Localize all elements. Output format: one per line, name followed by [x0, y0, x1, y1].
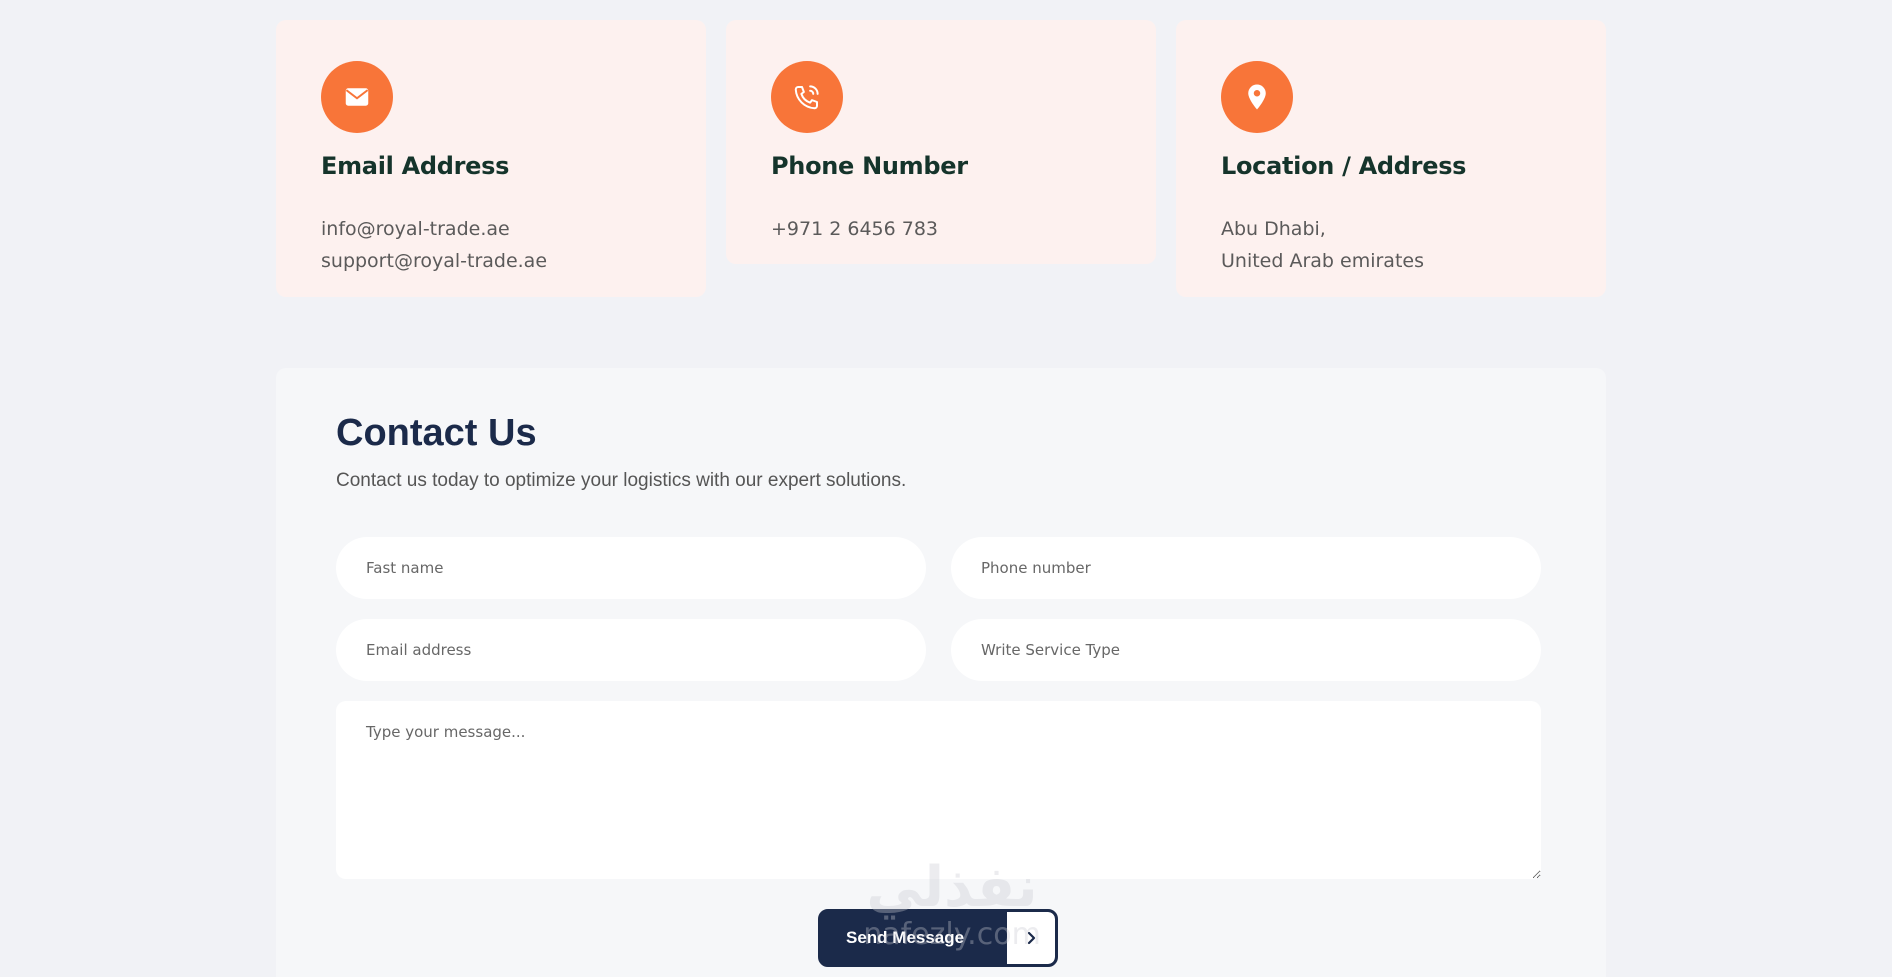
- location-country: United Arab emirates: [1221, 250, 1424, 272]
- first-name-field[interactable]: [336, 537, 926, 599]
- mail-icon: [321, 61, 393, 133]
- contact-title: Contact Us: [336, 412, 537, 454]
- phone-field[interactable]: [951, 537, 1541, 599]
- email-card-title: Email Address: [321, 152, 510, 180]
- email-info[interactable]: info@royal-trade.ae: [321, 218, 510, 240]
- send-message-label: Send Message: [846, 928, 965, 947]
- location-card-title: Location / Address: [1221, 152, 1467, 180]
- send-message-button[interactable]: Send Message: [818, 909, 1058, 967]
- service-type-field[interactable]: [951, 619, 1541, 681]
- contact-info-cards: Email Address info@royal-trade.ae suppor…: [276, 20, 1606, 298]
- location-city: Abu Dhabi,: [1221, 218, 1326, 240]
- contact-subtitle: Contact us today to optimize your logist…: [336, 470, 907, 491]
- message-textarea[interactable]: [336, 701, 1541, 879]
- phone-card: Phone Number +971 2 6456 783: [726, 20, 1156, 264]
- phone-card-title: Phone Number: [771, 152, 968, 180]
- contact-form: Contact Us Contact us today to optimize …: [276, 368, 1606, 977]
- chevron-right-icon: [1007, 912, 1055, 964]
- phone-icon: [771, 61, 843, 133]
- phone-value[interactable]: +971 2 6456 783: [771, 218, 938, 240]
- email-support[interactable]: support@royal-trade.ae: [321, 250, 547, 272]
- location-pin-icon: [1221, 61, 1293, 133]
- email-card: Email Address info@royal-trade.ae suppor…: [276, 20, 706, 297]
- location-card: Location / Address Abu Dhabi, United Ara…: [1176, 20, 1606, 297]
- email-field[interactable]: [336, 619, 926, 681]
